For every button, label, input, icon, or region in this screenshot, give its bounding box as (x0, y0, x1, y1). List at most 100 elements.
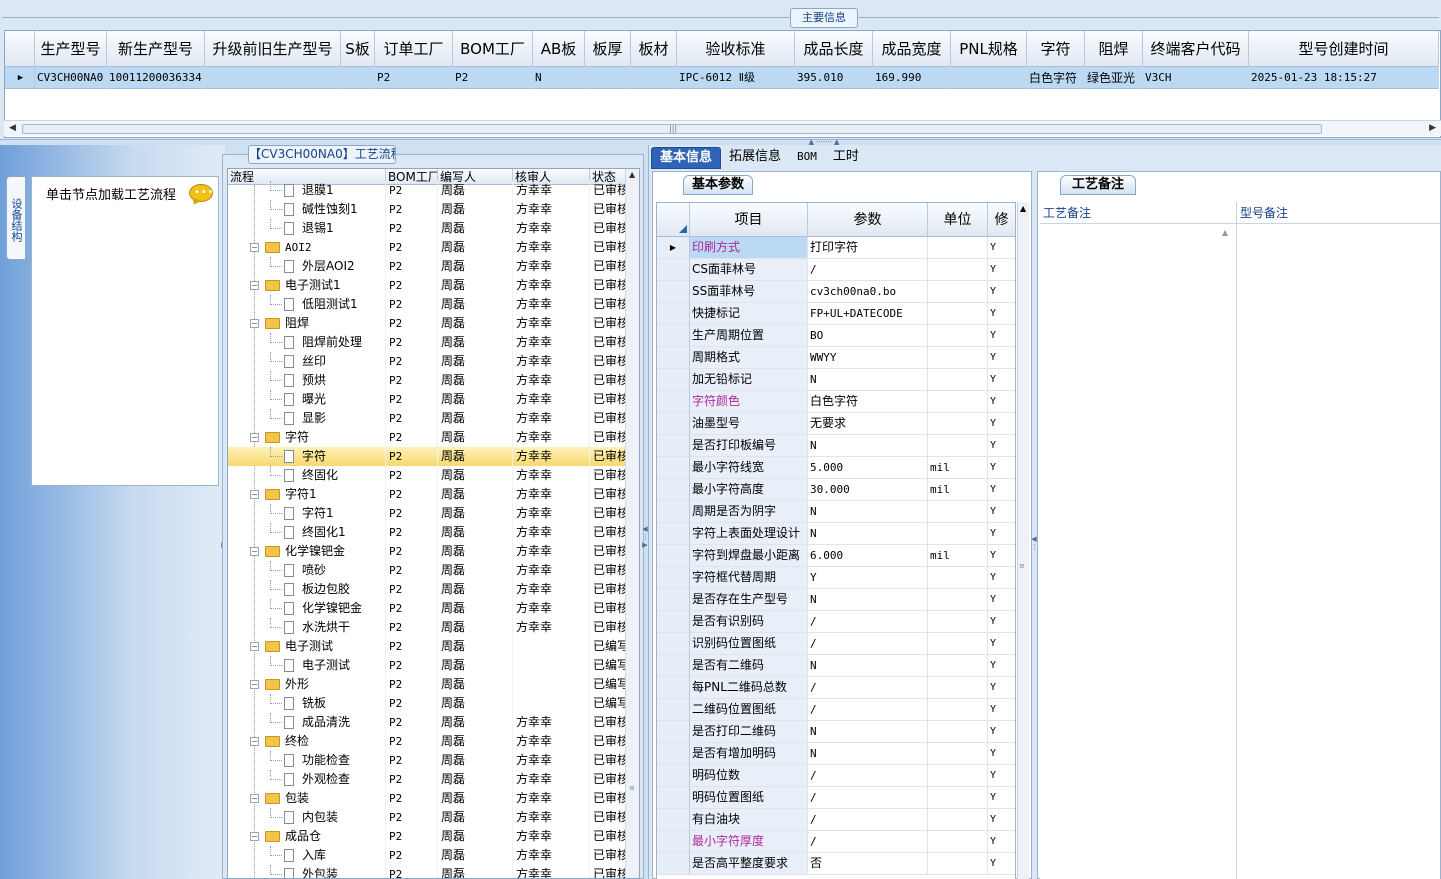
param-row[interactable]: 是否有二维码 N Y (657, 655, 1015, 677)
main-info-cell[interactable]: 395.010 (795, 67, 873, 89)
main-info-cell[interactable]: V3CH (1143, 67, 1249, 89)
main-info-cell[interactable]: CV3CH00NA0 (35, 67, 107, 89)
row-header[interactable] (657, 259, 690, 281)
main-info-cell[interactable] (341, 67, 375, 89)
param-modifiable-flag[interactable]: Y (988, 721, 1015, 743)
param-value[interactable]: / (808, 677, 928, 699)
tree-node[interactable]: − AOI2 P2 周磊 方幸幸 已审核 (228, 238, 626, 257)
tree-node[interactable]: 阻焊前处理 P2 周磊 方幸幸 已审核 (228, 333, 626, 352)
row-header[interactable] (657, 765, 690, 787)
column-header[interactable]: BOM工厂 (453, 31, 533, 67)
tree-node[interactable]: 曝光 P2 周磊 方幸幸 已审核 (228, 390, 626, 409)
row-header[interactable] (657, 413, 690, 435)
row-header[interactable] (657, 809, 690, 831)
param-modifiable-flag[interactable]: Y (988, 567, 1015, 589)
row-header[interactable] (657, 611, 690, 633)
params-column-header[interactable]: 参数 (808, 203, 928, 237)
param-unit[interactable] (928, 765, 988, 787)
param-row[interactable]: 明码位置图纸 / Y (657, 787, 1015, 809)
param-modifiable-flag[interactable]: Y (988, 765, 1015, 787)
param-value[interactable]: 打印字符 (808, 237, 928, 259)
param-modifiable-flag[interactable]: Y (988, 655, 1015, 677)
collapse-toggle-icon[interactable]: − (250, 319, 259, 328)
param-modifiable-flag[interactable]: Y (988, 501, 1015, 523)
collapse-toggle-icon[interactable]: − (250, 832, 259, 841)
column-header[interactable]: S板 (341, 31, 375, 67)
tree-node[interactable]: − 电子测试 P2 周磊 已编写 (228, 637, 626, 656)
speech-bubble-icon[interactable]: ••• (189, 184, 214, 202)
param-row[interactable]: SS面菲林号 cv3ch00na0.bo Y (657, 281, 1015, 303)
column-header[interactable]: 字符 (1027, 31, 1085, 67)
collapse-toggle-icon[interactable]: − (250, 737, 259, 746)
param-value[interactable]: N (808, 655, 928, 677)
tree-node[interactable]: − 成品仓 P2 周磊 方幸幸 已审核 (228, 827, 626, 846)
row-header[interactable] (657, 303, 690, 325)
column-header[interactable]: 成品长度 (795, 31, 873, 67)
column-header[interactable]: 型号创建时间 (1249, 31, 1439, 67)
craft-notes-grid[interactable]: 工艺备注 型号备注 ▲ (1040, 202, 1440, 879)
param-row[interactable]: 是否有识别码 / Y (657, 611, 1015, 633)
param-row[interactable]: 生产周期位置 BO Y (657, 325, 1015, 347)
collapse-toggle-icon[interactable]: − (250, 281, 259, 290)
row-header[interactable] (657, 281, 690, 303)
param-modifiable-flag[interactable]: Y (988, 237, 1015, 259)
tree-node[interactable]: 低阻测试1 P2 周磊 方幸幸 已审核 (228, 295, 626, 314)
main-info-cell[interactable] (631, 67, 677, 89)
tab-craft-notes[interactable]: 工艺备注 (1060, 175, 1136, 195)
collapse-toggle-icon[interactable]: − (250, 547, 259, 556)
param-row[interactable]: 每PNL二维码总数 / Y (657, 677, 1015, 699)
main-info-cell[interactable]: 白色字符 (1027, 67, 1085, 89)
param-value[interactable]: / (808, 765, 928, 787)
tree-node[interactable]: 丝印 P2 周磊 方幸幸 已审核 (228, 352, 626, 371)
row-header[interactable] (657, 831, 690, 853)
tree-node[interactable]: 水洗烘干 P2 周磊 方幸幸 已审核 (228, 618, 626, 637)
main-info-cell[interactable]: P2 (453, 67, 533, 89)
param-value[interactable]: 6.000 (808, 545, 928, 567)
param-value[interactable]: BO (808, 325, 928, 347)
scroll-left-arrow-icon[interactable]: ◀ (9, 123, 16, 133)
tree-node[interactable]: 化学镍钯金 P2 周磊 方幸幸 已审核 (228, 599, 626, 618)
row-header[interactable] (657, 721, 690, 743)
param-row[interactable]: 快捷标记 FP+UL+DATECODE Y (657, 303, 1015, 325)
param-unit[interactable] (928, 413, 988, 435)
tab-extended-info[interactable]: 拓展信息 (721, 147, 789, 169)
collapse-toggle-icon[interactable]: − (250, 680, 259, 689)
tree-node[interactable]: − 字符 P2 周磊 方幸幸 已审核 (228, 428, 626, 447)
column-header[interactable]: 新生产型号 (107, 31, 205, 67)
collapse-toggle-icon[interactable]: − (250, 794, 259, 803)
row-header[interactable] (657, 391, 690, 413)
tab-bom[interactable]: BOM (789, 147, 825, 169)
tree-node[interactable]: 字符1 P2 周磊 方幸幸 已审核 (228, 504, 626, 523)
tree-node[interactable]: 内包装 P2 周磊 方幸幸 已审核 (228, 808, 626, 827)
row-header[interactable] (657, 347, 690, 369)
row-header[interactable] (657, 677, 690, 699)
params-column-header[interactable]: 修 (988, 203, 1015, 237)
param-unit[interactable]: mil (928, 457, 988, 479)
tree-node[interactable]: 退膜1 P2 周磊 方幸幸 已审核 (228, 181, 626, 200)
row-header[interactable] (657, 633, 690, 655)
param-modifiable-flag[interactable]: Y (988, 369, 1015, 391)
param-value[interactable]: / (808, 809, 928, 831)
row-header[interactable] (657, 853, 690, 875)
column-header[interactable]: 升级前旧生产型号 (205, 31, 341, 67)
param-unit[interactable]: mil (928, 545, 988, 567)
param-row[interactable]: 字符颜色 白色字符 Y (657, 391, 1015, 413)
column-header[interactable]: 阻焊 (1085, 31, 1143, 67)
param-unit[interactable] (928, 567, 988, 589)
param-modifiable-flag[interactable]: Y (988, 677, 1015, 699)
column-header[interactable]: 终端客户代码 (1143, 31, 1249, 67)
param-row[interactable]: 油墨型号 无要求 Y (657, 413, 1015, 435)
param-unit[interactable] (928, 853, 988, 875)
param-row[interactable]: ▶ 印刷方式 打印字符 Y (657, 237, 1015, 259)
row-selector-icon[interactable]: ▶ (5, 67, 35, 89)
param-modifiable-flag[interactable]: Y (988, 259, 1015, 281)
param-unit[interactable] (928, 259, 988, 281)
param-modifiable-flag[interactable]: Y (988, 479, 1015, 501)
collapse-toggle-icon[interactable]: − (250, 243, 259, 252)
param-modifiable-flag[interactable]: Y (988, 831, 1015, 853)
main-info-cell[interactable]: 10011200036334 (107, 67, 205, 89)
param-row[interactable]: 最小字符厚度 / Y (657, 831, 1015, 853)
row-header[interactable] (657, 743, 690, 765)
param-unit[interactable] (928, 589, 988, 611)
scroll-up-arrow-icon[interactable]: ▲ (629, 170, 635, 179)
